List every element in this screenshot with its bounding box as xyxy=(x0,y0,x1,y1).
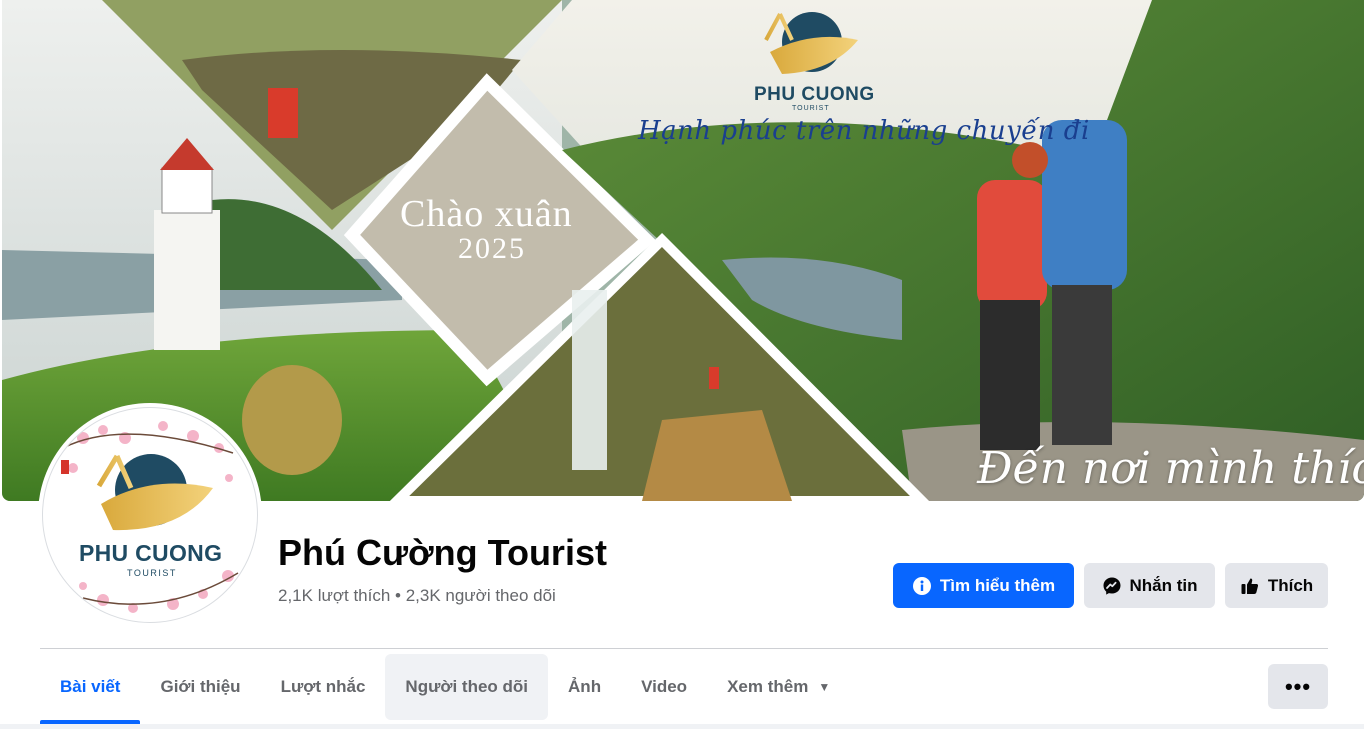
tab-mentions-label: Lượt nhắc xyxy=(280,677,366,696)
tab-posts[interactable]: Bài viết xyxy=(40,654,141,724)
thumbs-up-icon xyxy=(1240,576,1260,596)
like-label: Thích xyxy=(1267,575,1314,595)
more-options-button[interactable]: ••• xyxy=(1268,664,1328,709)
more-options-icon: ••• xyxy=(1284,673,1312,699)
header-divider xyxy=(40,648,1328,649)
avatar-brand-name: PHU CUONG xyxy=(79,540,223,566)
learn-more-label: Tìm hiểu thêm xyxy=(939,575,1056,595)
caret-down-icon: ▼ xyxy=(818,680,831,694)
message-label: Nhắn tin xyxy=(1129,575,1198,595)
content-area-edge xyxy=(0,724,1364,729)
tab-about-label: Giới thiệu xyxy=(160,677,241,696)
tab-see-more[interactable]: Xem thêm ▼ xyxy=(707,654,850,720)
profile-avatar[interactable]: PHU CUONG TOURIST xyxy=(42,407,258,623)
tab-photos[interactable]: Ảnh xyxy=(548,654,621,720)
page-stats[interactable]: 2,1K lượt thích • 2,3K người theo dõi xyxy=(278,586,556,606)
messenger-icon xyxy=(1102,576,1122,596)
avatar-brand-sub: TOURIST xyxy=(127,568,177,578)
cover-brand-sub: TOURIST xyxy=(792,105,830,112)
tab-see-more-label: Xem thêm xyxy=(727,677,809,696)
cover-tagline: Hạnh phúc trên những chuyến đi xyxy=(638,116,1090,146)
cover-year: 2025 xyxy=(458,232,526,265)
tab-photos-label: Ảnh xyxy=(568,677,602,696)
cover-greeting: Chào xuân xyxy=(400,193,573,235)
cover-brand-name: PHU CUONG xyxy=(754,84,875,105)
page-tabs: Bài viết Giới thiệu Lượt nhắc Người theo… xyxy=(40,654,850,724)
tab-posts-label: Bài viết xyxy=(60,677,121,696)
tab-mentions[interactable]: Lượt nhắc xyxy=(261,654,386,720)
learn-more-button[interactable]: Tìm hiểu thêm xyxy=(893,563,1074,608)
tab-videos[interactable]: Video xyxy=(621,654,707,720)
tab-followers-label: Người theo dõi xyxy=(405,677,529,696)
cover-slogan: Đến nơi mình thích xyxy=(977,443,1364,494)
tab-followers[interactable]: Người theo dõi xyxy=(385,654,549,720)
message-button[interactable]: Nhắn tin xyxy=(1084,563,1215,608)
tab-videos-label: Video xyxy=(641,677,688,696)
like-button[interactable]: Thích xyxy=(1225,563,1328,608)
info-icon xyxy=(912,576,932,596)
page-title[interactable]: Phú Cường Tourist xyxy=(278,532,607,574)
tab-about[interactable]: Giới thiệu xyxy=(140,654,260,720)
